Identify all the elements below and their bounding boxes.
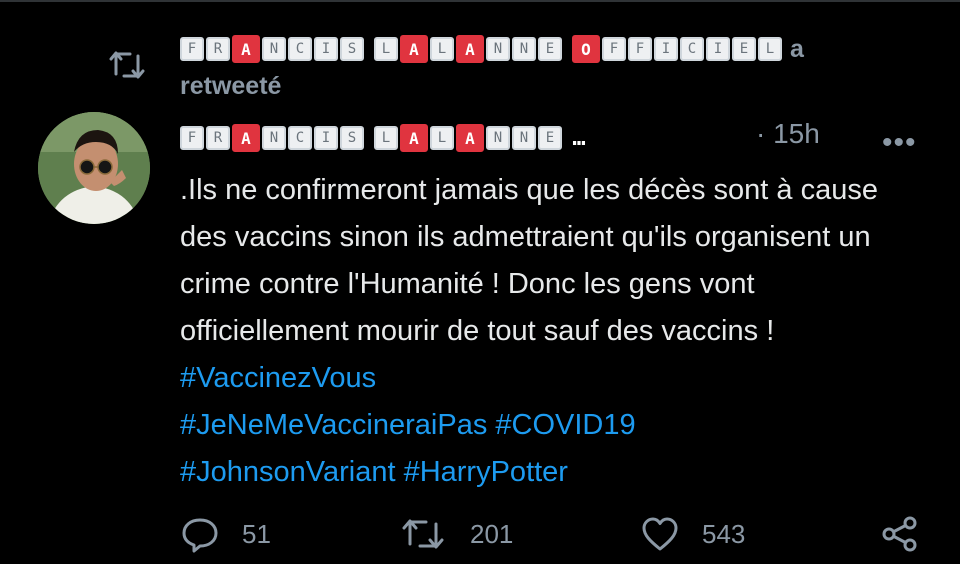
name-tile-gap: [564, 37, 570, 61]
retweet-count: 201: [470, 518, 514, 549]
name-letter-tile: N: [486, 37, 510, 61]
name-letter-tile: N: [512, 126, 536, 150]
retweet-button[interactable]: 201: [400, 514, 513, 554]
retweeted-label: retweeté: [180, 72, 282, 100]
name-letter-tile: E: [538, 126, 562, 150]
name-letter-tile: I: [654, 37, 678, 61]
name-letter-tile: F: [628, 37, 652, 61]
retweet-icon: [402, 519, 444, 549]
reply-button[interactable]: 51: [180, 514, 271, 554]
name-letter-tile: N: [486, 126, 510, 150]
name-letter-tile: S: [340, 37, 364, 61]
name-letter-tile: I: [314, 37, 338, 61]
name-letter-tile: L: [374, 126, 398, 150]
tweet-body: .Ils ne confirmeront jamais que les décè…: [180, 167, 930, 496]
name-letter-tile: A: [456, 35, 484, 63]
hashtag[interactable]: #VaccinezVous: [180, 362, 376, 394]
name-letter-tile: F: [180, 37, 204, 61]
name-letter-tile: A: [400, 124, 428, 152]
name-letter-tile: R: [206, 126, 230, 150]
name-ellipsis: …: [572, 125, 586, 151]
like-count: 543: [702, 518, 746, 549]
hashtag[interactable]: #HarryPotter: [404, 456, 568, 488]
name-letter-tile: I: [706, 37, 730, 61]
like-button[interactable]: 543: [640, 514, 745, 554]
share-button[interactable]: [880, 514, 942, 554]
tweet-actions: 51 201 543: [0, 514, 960, 564]
name-letter-tile: E: [538, 37, 562, 61]
avatar[interactable]: [38, 112, 150, 224]
name-letter-tile: N: [262, 37, 286, 61]
name-letter-tile: A: [232, 35, 260, 63]
reply-count: 51: [242, 518, 271, 549]
name-letter-tile: C: [288, 37, 312, 61]
name-letter-tile: L: [374, 37, 398, 61]
name-letter-tile: O: [572, 35, 600, 63]
tweet-text: .Ils ne confirmeront jamais que les décè…: [180, 174, 878, 347]
name-letter-tile: A: [400, 35, 428, 63]
name-letter-tile: C: [288, 126, 312, 150]
name-tile-gap: [366, 37, 372, 61]
like-icon: [642, 517, 678, 551]
share-icon: [882, 516, 917, 552]
hashtag[interactable]: #JohnsonVariant: [180, 456, 396, 488]
name-letter-tile: R: [206, 37, 230, 61]
name-letter-tile: F: [180, 126, 204, 150]
name-letter-tile: L: [430, 37, 454, 61]
name-letter-tile: S: [340, 126, 364, 150]
name-letter-tile: L: [758, 37, 782, 61]
hashtag[interactable]: #JeNeMeVaccineraiPas: [180, 409, 487, 441]
retweeter-name[interactable]: FRANCISLALANNEOFFICIEL: [180, 35, 784, 63]
name-letter-tile: A: [456, 124, 484, 152]
name-letter-tile: N: [262, 126, 286, 150]
retweeted-suffix: a: [790, 34, 804, 63]
name-letter-tile: E: [732, 37, 756, 61]
top-divider: [0, 0, 960, 2]
name-letter-tile: C: [680, 37, 704, 61]
name-letter-tile: I: [314, 126, 338, 150]
retweet-icon: [108, 48, 152, 84]
tweet-header: FRANCISLALANNE …: [180, 122, 596, 154]
name-letter-tile: A: [232, 124, 260, 152]
name-tile-gap: [366, 126, 372, 150]
author-name[interactable]: FRANCISLALANNE: [180, 124, 564, 152]
name-letter-tile: N: [512, 37, 536, 61]
more-icon[interactable]: •••: [882, 126, 917, 160]
hashtag[interactable]: #COVID19: [495, 409, 635, 441]
name-letter-tile: F: [602, 37, 626, 61]
tweet-timestamp[interactable]: · 15h: [756, 118, 820, 150]
name-letter-tile: L: [430, 126, 454, 150]
retweeter-line: FRANCISLALANNEOFFICIEL a: [180, 34, 804, 63]
reply-icon: [182, 518, 218, 553]
